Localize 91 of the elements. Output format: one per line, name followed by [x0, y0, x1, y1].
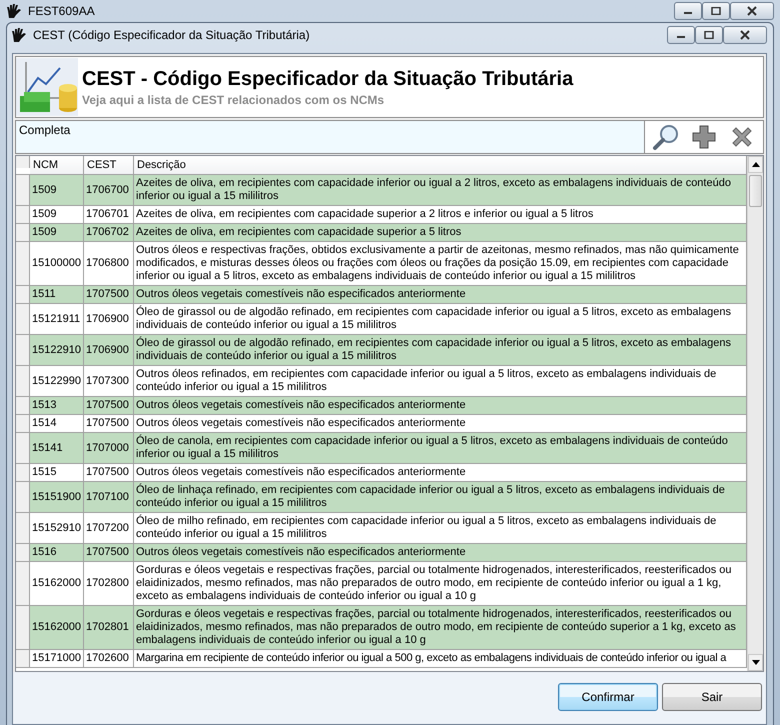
description-cell: Azeites de oliva, em recipientes com capacidade superior a 5 litros [134, 224, 747, 241]
ncm-cell: 1514 [30, 415, 84, 432]
cest-cell: 1702801 [84, 606, 134, 649]
row-header[interactable] [16, 304, 30, 334]
cest-cell: 1702600 [84, 650, 134, 667]
hand-icon [6, 3, 22, 19]
description-cell: Outros óleos vegetais comestíveis não especificados anteriormente [134, 544, 747, 561]
ncm-cell: 15162000 [30, 606, 84, 649]
description-cell: Óleo de linhaça refinado, em recipientes com capacidade inferior ou igual a 5 litros, exceto as embalagens individuais de conteúdo inferior ou igual a 15 mililitros [134, 482, 747, 512]
ncm-cell: 15171000 [30, 650, 84, 667]
cest-cell: 1707500 [84, 397, 134, 414]
cest-cell: 1706700 [84, 175, 134, 205]
row-header[interactable] [16, 544, 30, 561]
row-header[interactable] [16, 286, 30, 303]
ncm-cell: 15152910 [30, 513, 84, 543]
ncm-cell: 15100000 [30, 242, 84, 285]
hand-icon [11, 27, 27, 43]
row-header[interactable] [16, 513, 30, 543]
cest-cell: 1706702 [84, 224, 134, 241]
header-corner [16, 156, 30, 168]
minimize-button[interactable] [667, 26, 695, 44]
cest-cell: 1706701 [84, 206, 134, 223]
description-cell: Outros óleos vegetais comestíveis não especificados anteriormente [134, 397, 747, 414]
row-header[interactable] [16, 562, 30, 605]
cest-cell: 1707300 [84, 366, 134, 396]
ncm-cell: 15122910 [30, 335, 84, 365]
cest-cell: 1702800 [84, 562, 134, 605]
maximize-icon [704, 31, 714, 39]
ncm-cell: 15141 [30, 433, 84, 463]
dialog-button[interactable]: Sair [662, 683, 762, 711]
scroll-thumb[interactable] [749, 175, 762, 207]
description-cell: Gorduras e óleos vegetais e respectivas frações, parcial ou totalmente hidrogenados, interesterificados, reesterificados ou elaidinizados, mesmo refinados, mas não preparados de outro modo, em recipiente de conteúdo superior a 1 kg, exceto as embalagens individuais de conteúdo inferior ou igual a 10 g [134, 606, 747, 649]
window-title: FEST609AA [28, 4, 95, 18]
row-header[interactable] [16, 206, 30, 223]
row-header[interactable] [16, 335, 30, 365]
row-header[interactable] [16, 366, 30, 396]
dialog-title: CEST (Código Especificador da Situação Tributária) [33, 28, 310, 42]
close-button[interactable] [730, 2, 774, 20]
ncm-cell: 1509 [30, 224, 84, 241]
ncm-cell: 1515 [30, 464, 84, 481]
cest-cell: 1707200 [84, 513, 134, 543]
header-title: CEST - Código Especificador da Situação Tributária [82, 68, 574, 90]
description-cell: Óleo de canola, em recipientes com capacidade inferior ou igual a 5 litros, exceto as embalagens individuais de conteúdo inferior ou igual a 15 mililitros [134, 433, 747, 463]
row-header[interactable] [16, 433, 30, 463]
cest-cell: 1706900 [84, 335, 134, 365]
cest-cell: 1706800 [84, 242, 134, 285]
column-header[interactable]: NCM [30, 156, 84, 174]
close-icon [739, 30, 751, 40]
cest-cell: 1707500 [84, 464, 134, 481]
minimize-button[interactable] [674, 2, 702, 20]
scroll-down-button[interactable] [748, 654, 763, 671]
scroll-up-button[interactable] [748, 156, 763, 173]
ncm-cell: 1509 [30, 175, 84, 205]
row-header[interactable] [16, 650, 30, 667]
ncm-cell: 1516 [30, 544, 84, 561]
ncm-cell: 15151900 [30, 482, 84, 512]
arrow-down-icon [752, 660, 760, 665]
ncm-cell: 15162000 [30, 562, 84, 605]
maximize-icon [711, 7, 721, 15]
row-header[interactable] [16, 397, 30, 414]
ncm-cell: 15121911 [30, 304, 84, 334]
arrow-up-icon [752, 162, 760, 167]
row-header[interactable] [16, 464, 30, 481]
cest-cell: 1707500 [84, 544, 134, 561]
header-subtitle: Veja aqui a lista de CEST relacionados com os NCMs [82, 92, 386, 106]
row-header[interactable] [16, 415, 30, 432]
cest-cell: 1707500 [84, 415, 134, 432]
column-header[interactable]: CEST [84, 156, 134, 174]
column-header[interactable]: Descrição [134, 156, 747, 174]
ncm-cell: 1513 [30, 397, 84, 414]
ncm-cell: 15122990 [30, 366, 84, 396]
dialog-button[interactable]: Confirmar [558, 683, 658, 711]
ncm-cell: 1509 [30, 206, 84, 223]
row-header[interactable] [16, 224, 30, 241]
row-header[interactable] [16, 606, 30, 649]
close-button[interactable] [723, 26, 767, 44]
cest-cell: 1707000 [84, 433, 134, 463]
cest-cell: 1707500 [84, 286, 134, 303]
description-cell: Outros óleos vegetais comestíveis não especificados anteriormente [134, 286, 747, 303]
row-header[interactable] [16, 175, 30, 205]
cest-cell: 1706900 [84, 304, 134, 334]
row-header[interactable] [16, 242, 30, 285]
row-header[interactable] [16, 482, 30, 512]
cest-cell: 1707100 [84, 482, 134, 512]
ncm-cell: 1511 [30, 286, 84, 303]
description-cell: Azeites de oliva, em recipientes com capacidade inferior ou igual a 2 litros, exceto as embalagens individuais de conteúdo inferior ou igual a 15 mililitros [134, 175, 747, 205]
filter-label: Completa [19, 123, 70, 137]
maximize-button[interactable] [702, 2, 730, 20]
description-cell: Óleo de girassol ou de algodão refinado, em recipientes com capacidade inferior ou igual a 5 litros, exceto as embalagens individuais de conteúdo inferior ou igual a 15 mililitros [134, 335, 747, 365]
close-icon [746, 6, 758, 16]
maximize-button[interactable] [695, 26, 723, 44]
